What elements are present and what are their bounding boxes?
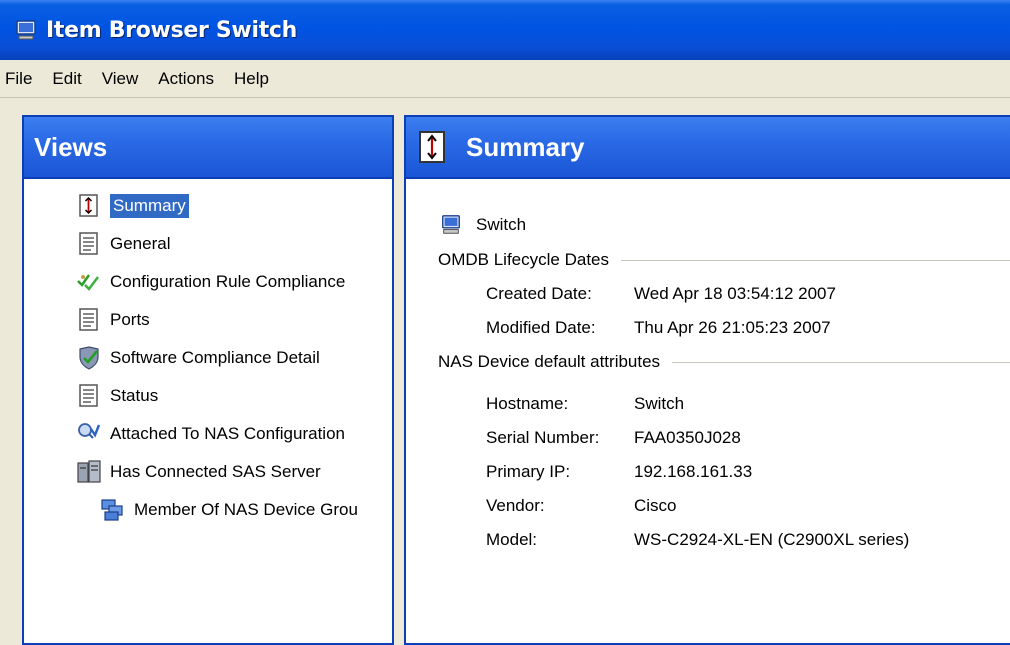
summary-content: Switch OMDB Lifecycle Dates Created Date…: [438, 207, 1010, 557]
view-item-member-of-nas-device-group[interactable]: Member Of NAS Device Grou: [76, 491, 358, 529]
server-icon: [77, 460, 101, 483]
views-title: Views: [34, 131, 108, 162]
group-divider: [672, 361, 1010, 363]
menu-help[interactable]: Help: [224, 60, 279, 97]
summary-title: Summary: [466, 131, 585, 162]
field-label: Model:: [486, 530, 538, 549]
menu-view[interactable]: View: [92, 60, 149, 97]
field-serial-number: Serial Number: FAA0350J028: [486, 421, 1010, 455]
field-value: Switch: [634, 394, 685, 413]
field-label: Primary IP:: [486, 462, 571, 481]
view-item-has-connected-sas-server[interactable]: Has Connected SAS Server: [76, 453, 358, 491]
field-value: 192.168.161.33: [634, 462, 753, 481]
field-value: Thu Apr 26 21:05:23 2007: [634, 318, 831, 337]
field-hostname: Hostname: Switch: [486, 387, 1010, 421]
view-item-summary[interactable]: Summary: [76, 187, 358, 225]
view-item-label: Status: [110, 386, 159, 405]
view-item-configuration-rule-compliance[interactable]: Configuration Rule Compliance: [76, 263, 358, 301]
view-list: Summary General Configuration Rule Compl…: [76, 187, 358, 529]
document-icon: [79, 308, 98, 331]
view-item-label: Software Compliance Detail: [110, 348, 320, 367]
summary-panel: Summary Switch OMDB Lifecycle Dates Crea…: [404, 115, 1010, 645]
field-value: FAA0350J028: [634, 428, 741, 447]
field-label: Modified Date:: [486, 318, 596, 337]
group-title: NAS Device default attributes: [438, 352, 661, 371]
view-item-label: Ports: [110, 310, 150, 329]
computer-icon: [16, 20, 36, 40]
computer-icon: [442, 215, 460, 234]
field-label: Serial Number:: [486, 428, 600, 447]
field-label: Created Date:: [486, 284, 592, 303]
summary-header: Summary: [406, 117, 1010, 179]
views-header: Views: [24, 117, 392, 179]
view-item-attached-to-nas-configuration[interactable]: Attached To NAS Configuration: [76, 415, 358, 453]
menu-bar: File Edit View Actions Help: [0, 60, 1010, 98]
view-item-label: Configuration Rule Compliance: [110, 272, 346, 291]
document-icon: [79, 384, 98, 407]
menu-file[interactable]: File: [0, 60, 42, 97]
field-primary-ip: Primary IP: 192.168.161.33: [486, 455, 1010, 489]
view-item-status[interactable]: Status: [76, 377, 358, 415]
group-omdb-lifecycle-dates: OMDB Lifecycle Dates: [438, 243, 1010, 277]
device-group-icon: [101, 499, 123, 521]
field-model: Model: WS-C2924-XL-EN (C2900XL series): [486, 523, 1010, 557]
group-nas-device-default-attributes: NAS Device default attributes: [438, 345, 1010, 379]
field-created-date: Created Date: Wed Apr 18 03:54:12 2007: [486, 277, 1010, 311]
shield-check-icon: [79, 346, 99, 370]
view-item-label: Member Of NAS Device Grou: [134, 500, 358, 519]
field-label: Vendor:: [486, 496, 545, 515]
entity-row: Switch: [440, 207, 1010, 243]
entity-name: Switch: [476, 215, 527, 234]
summary-icon: [79, 194, 98, 217]
config-search-icon: [78, 423, 101, 439]
menu-edit[interactable]: Edit: [42, 60, 91, 97]
views-panel: Views Summary General Configuration Rule…: [22, 115, 394, 645]
summary-icon: [419, 131, 445, 163]
field-vendor: Vendor: Cisco: [486, 489, 1010, 523]
view-item-label: Attached To NAS Configuration: [110, 424, 345, 443]
field-value: WS-C2924-XL-EN (C2900XL series): [634, 530, 910, 549]
view-item-general[interactable]: General: [76, 225, 358, 263]
view-item-label: Has Connected SAS Server: [110, 462, 321, 481]
view-item-label: General: [110, 234, 171, 253]
field-value: Cisco: [634, 496, 677, 515]
group-divider: [621, 259, 1010, 261]
field-modified-date: Modified Date: Thu Apr 26 21:05:23 2007: [486, 311, 1010, 345]
field-label: Hostname:: [486, 394, 569, 413]
checkmarks-icon: [77, 274, 99, 291]
view-item-ports[interactable]: Ports: [76, 301, 358, 339]
menu-actions[interactable]: Actions: [148, 60, 224, 97]
view-item-software-compliance-detail[interactable]: Software Compliance Detail: [76, 339, 358, 377]
window-title: Item Browser Switch: [46, 17, 298, 43]
field-value: Wed Apr 18 03:54:12 2007: [634, 284, 836, 303]
title-bar[interactable]: Item Browser Switch: [0, 0, 1010, 60]
view-item-label: Summary: [110, 194, 189, 218]
group-title: OMDB Lifecycle Dates: [438, 250, 609, 269]
document-icon: [79, 232, 98, 255]
